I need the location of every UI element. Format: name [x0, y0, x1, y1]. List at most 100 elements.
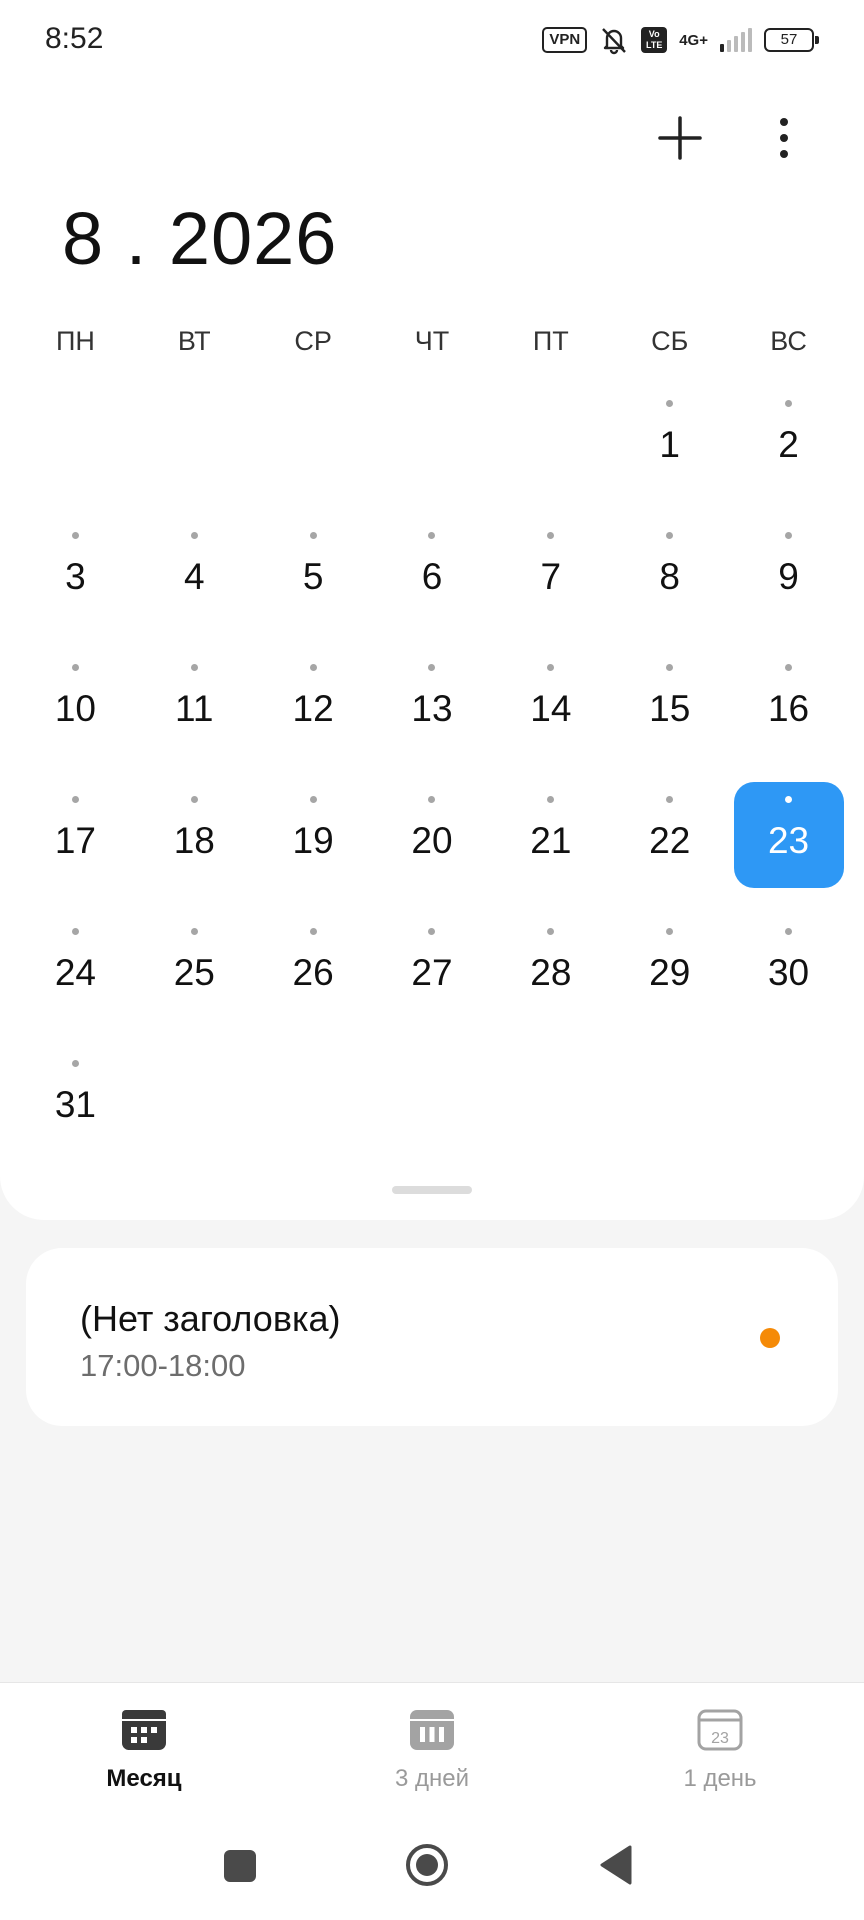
day-button[interactable]: 30 [734, 914, 844, 1020]
day-cell[interactable]: 30 [729, 908, 848, 1040]
day-cell[interactable]: 21 [491, 776, 610, 908]
day-button[interactable]: 14 [496, 650, 606, 756]
day-button[interactable]: 31 [20, 1046, 130, 1152]
home-icon[interactable] [404, 1842, 450, 1888]
day-indicator-dot [785, 532, 793, 539]
day-number: 16 [767, 688, 810, 729]
day-button[interactable]: 19 [258, 782, 368, 888]
day-button[interactable]: 2 [734, 386, 844, 492]
day-number: 11 [175, 688, 214, 729]
day-indicator-dot [190, 532, 198, 539]
day-cell[interactable]: 24 [16, 908, 135, 1040]
day-button[interactable]: 15 [615, 650, 725, 756]
day-cell[interactable]: 16 [729, 644, 848, 776]
weekday-label: ВС [770, 326, 807, 356]
day-cell[interactable]: 17 [16, 776, 135, 908]
day-cell[interactable]: 4 [135, 512, 254, 644]
day-button[interactable]: 29 [615, 914, 725, 1020]
weekday-label: СР [294, 326, 332, 356]
day-button[interactable]: 17 [20, 782, 130, 888]
day-indicator-dot [428, 796, 436, 803]
day-indicator-dot [428, 928, 436, 935]
day-number: 30 [767, 952, 810, 993]
empty-day-cell [373, 380, 492, 512]
back-icon[interactable] [598, 1844, 634, 1886]
day-indicator-dot [309, 928, 317, 935]
selected-day[interactable]: 23 [733, 782, 844, 888]
day-indicator-dot [666, 532, 674, 539]
bell-muted-icon [602, 28, 627, 55]
day-button[interactable]: 16 [734, 650, 844, 756]
day-button[interactable]: 13 [377, 650, 487, 756]
day-indicator-dot [71, 796, 79, 803]
day-cell[interactable]: 22 [610, 776, 729, 908]
day-cell[interactable]: 26 [254, 908, 373, 1040]
drag-handle[interactable] [392, 1186, 472, 1194]
day-button[interactable]: 22 [615, 782, 725, 888]
day-cell[interactable]: 8 [610, 512, 729, 644]
day-cell[interactable]: 2 [729, 380, 848, 512]
day-cell[interactable]: 23 [729, 776, 848, 908]
day-cell[interactable]: 7 [491, 512, 610, 644]
day-button[interactable]: 6 [377, 518, 487, 624]
day-indicator-dot [785, 400, 793, 407]
day-button[interactable]: 10 [20, 650, 130, 756]
day-cell[interactable]: 15 [610, 644, 729, 776]
add-event-button[interactable] [650, 108, 710, 168]
day-button[interactable]: 11 [139, 650, 249, 756]
day-button[interactable]: 27 [377, 914, 487, 1020]
day-cell[interactable]: 29 [610, 908, 729, 1040]
event-card[interactable]: (Нет заголовка) 17:00-18:00 [26, 1248, 838, 1426]
day-cell[interactable]: 27 [373, 908, 492, 1040]
day-indicator-dot [190, 664, 198, 671]
day-cell[interactable]: 12 [254, 644, 373, 776]
day-button[interactable]: 4 [139, 518, 249, 624]
day-indicator-dot [666, 928, 674, 935]
day-indicator-dot [785, 664, 793, 671]
day-button[interactable]: 18 [139, 782, 249, 888]
day-button[interactable]: 12 [258, 650, 368, 756]
day-button[interactable]: 21 [496, 782, 606, 888]
more-options-button[interactable] [760, 108, 808, 168]
day-cell[interactable]: 13 [373, 644, 492, 776]
day-cell[interactable]: 5 [254, 512, 373, 644]
day-cell[interactable]: 6 [373, 512, 492, 644]
day-cell[interactable]: 3 [16, 512, 135, 644]
day-cell[interactable]: 31 [16, 1040, 135, 1172]
tab-three-days[interactable]: 3 дней [288, 1683, 576, 1812]
day-button[interactable]: 20 [377, 782, 487, 888]
day-cell[interactable]: 11 [135, 644, 254, 776]
day-number: 19 [292, 820, 334, 861]
weekday-label: ПТ [532, 326, 569, 356]
day-button[interactable]: 25 [139, 914, 249, 1020]
day-indicator-dot [547, 928, 555, 935]
month-title[interactable]: 8 . 2026 [62, 196, 337, 281]
day-cell[interactable]: 10 [16, 644, 135, 776]
day-button[interactable]: 5 [258, 518, 368, 624]
system-nav-bar [0, 1812, 864, 1920]
day-number: 25 [173, 952, 215, 993]
day-button[interactable]: 24 [20, 914, 130, 1020]
tab-one-day[interactable]: 23 1 день [576, 1683, 864, 1812]
day-button[interactable]: 1 [615, 386, 725, 492]
day-button[interactable]: 7 [496, 518, 606, 624]
day-cell[interactable]: 1 [610, 380, 729, 512]
day-button[interactable]: 8 [615, 518, 725, 624]
day-indicator-dot [666, 664, 674, 671]
day-button[interactable]: 28 [496, 914, 606, 1020]
day-button[interactable]: 9 [734, 518, 844, 624]
recent-apps-icon[interactable] [224, 1850, 256, 1882]
day-cell[interactable]: 9 [729, 512, 848, 644]
day-cell[interactable]: 19 [254, 776, 373, 908]
tab-month[interactable]: Месяц [0, 1683, 288, 1812]
day-cell[interactable]: 28 [491, 908, 610, 1040]
day-button[interactable]: 26 [258, 914, 368, 1020]
day-cell[interactable]: 25 [135, 908, 254, 1040]
day-cell[interactable]: 18 [135, 776, 254, 908]
empty-day-cell [16, 380, 135, 512]
day-cell[interactable]: 20 [373, 776, 492, 908]
day-indicator-dot [547, 796, 555, 803]
day-number: 5 [302, 556, 324, 597]
day-button[interactable]: 3 [20, 518, 130, 624]
day-cell[interactable]: 14 [491, 644, 610, 776]
